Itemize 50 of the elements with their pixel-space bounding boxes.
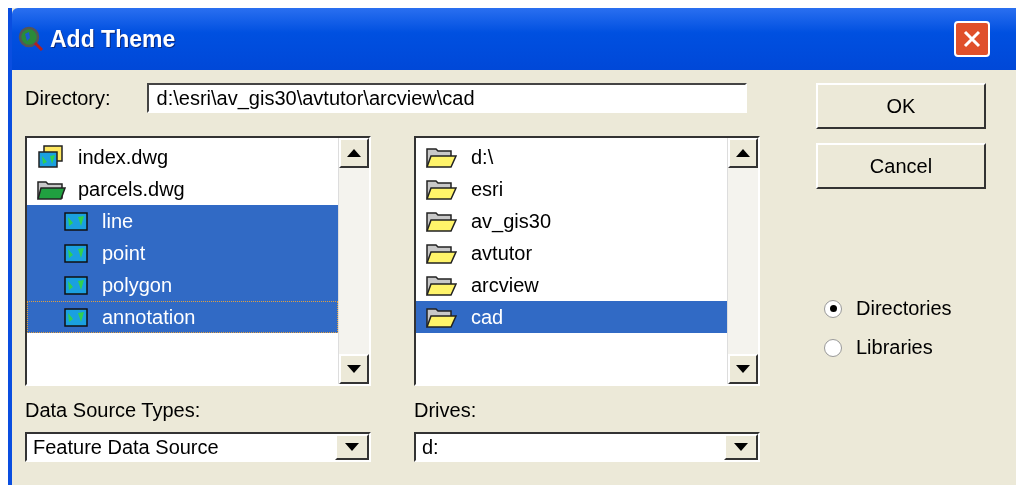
- folder-item[interactable]: avtutor: [416, 237, 727, 269]
- radio-button[interactable]: [824, 299, 842, 318]
- dropdown-button[interactable]: [724, 434, 758, 460]
- dropdown-button[interactable]: [335, 434, 369, 460]
- dropdown[interactable]: Feature Data Source: [25, 432, 371, 462]
- scrollbar[interactable]: [338, 138, 369, 384]
- radio-option[interactable]: Directories: [824, 297, 986, 320]
- dropdown[interactable]: d:: [414, 432, 760, 462]
- directory-field[interactable]: d:\esri\av_gis30\avtutor\arcview\cad: [146, 83, 747, 113]
- down-arrow-icon: [734, 443, 748, 451]
- down-arrow-icon: [347, 365, 361, 373]
- scroll-up-button[interactable]: [728, 138, 758, 168]
- combo-label: Drives:: [414, 399, 478, 422]
- folder-item[interactable]: av_gis30: [416, 205, 727, 237]
- globe-magnifier-icon: [18, 26, 44, 52]
- radio-button[interactable]: [824, 338, 842, 357]
- down-arrow-icon: [736, 365, 750, 373]
- window-title: Add Theme: [50, 25, 177, 53]
- theme-item[interactable]: polygon: [27, 269, 338, 301]
- up-arrow-icon: [347, 149, 361, 157]
- scroll-down-button[interactable]: [728, 354, 758, 384]
- open-folder-icon: [425, 241, 459, 265]
- theme-item[interactable]: point: [27, 237, 338, 269]
- dialog-button[interactable]: OK: [816, 83, 986, 129]
- radio-label: Directories: [856, 297, 952, 320]
- up-arrow-icon: [736, 149, 750, 157]
- open-folder-icon: [425, 305, 459, 329]
- open-folder-icon: [425, 177, 459, 201]
- theme-item[interactable]: annotation: [27, 301, 338, 333]
- scrollbar[interactable]: [727, 138, 758, 384]
- radio-option[interactable]: Libraries: [824, 336, 986, 359]
- close-button[interactable]: [954, 21, 990, 57]
- directory-label: Directory:: [25, 86, 111, 110]
- down-arrow-icon: [345, 443, 359, 451]
- scroll-up-button[interactable]: [339, 138, 369, 168]
- open-folder-icon: [425, 209, 459, 233]
- folder-item[interactable]: d:\: [416, 141, 727, 173]
- folder-item[interactable]: arcview: [416, 269, 727, 301]
- theme-item[interactable]: parcels.dwg: [27, 173, 338, 205]
- folder-item[interactable]: esri: [416, 173, 727, 205]
- close-icon: [961, 28, 983, 50]
- scroll-down-button[interactable]: [339, 354, 369, 384]
- combo-label: Data Source Types:: [25, 399, 202, 422]
- open-folder-icon: [425, 273, 459, 297]
- theme-item[interactable]: line: [27, 205, 338, 237]
- folder-item[interactable]: cad: [416, 301, 727, 333]
- dialog-button[interactable]: Cancel: [816, 143, 986, 189]
- radio-label: Libraries: [856, 336, 933, 359]
- theme-item[interactable]: index.dwg: [27, 141, 338, 173]
- open-folder-icon: [425, 145, 459, 169]
